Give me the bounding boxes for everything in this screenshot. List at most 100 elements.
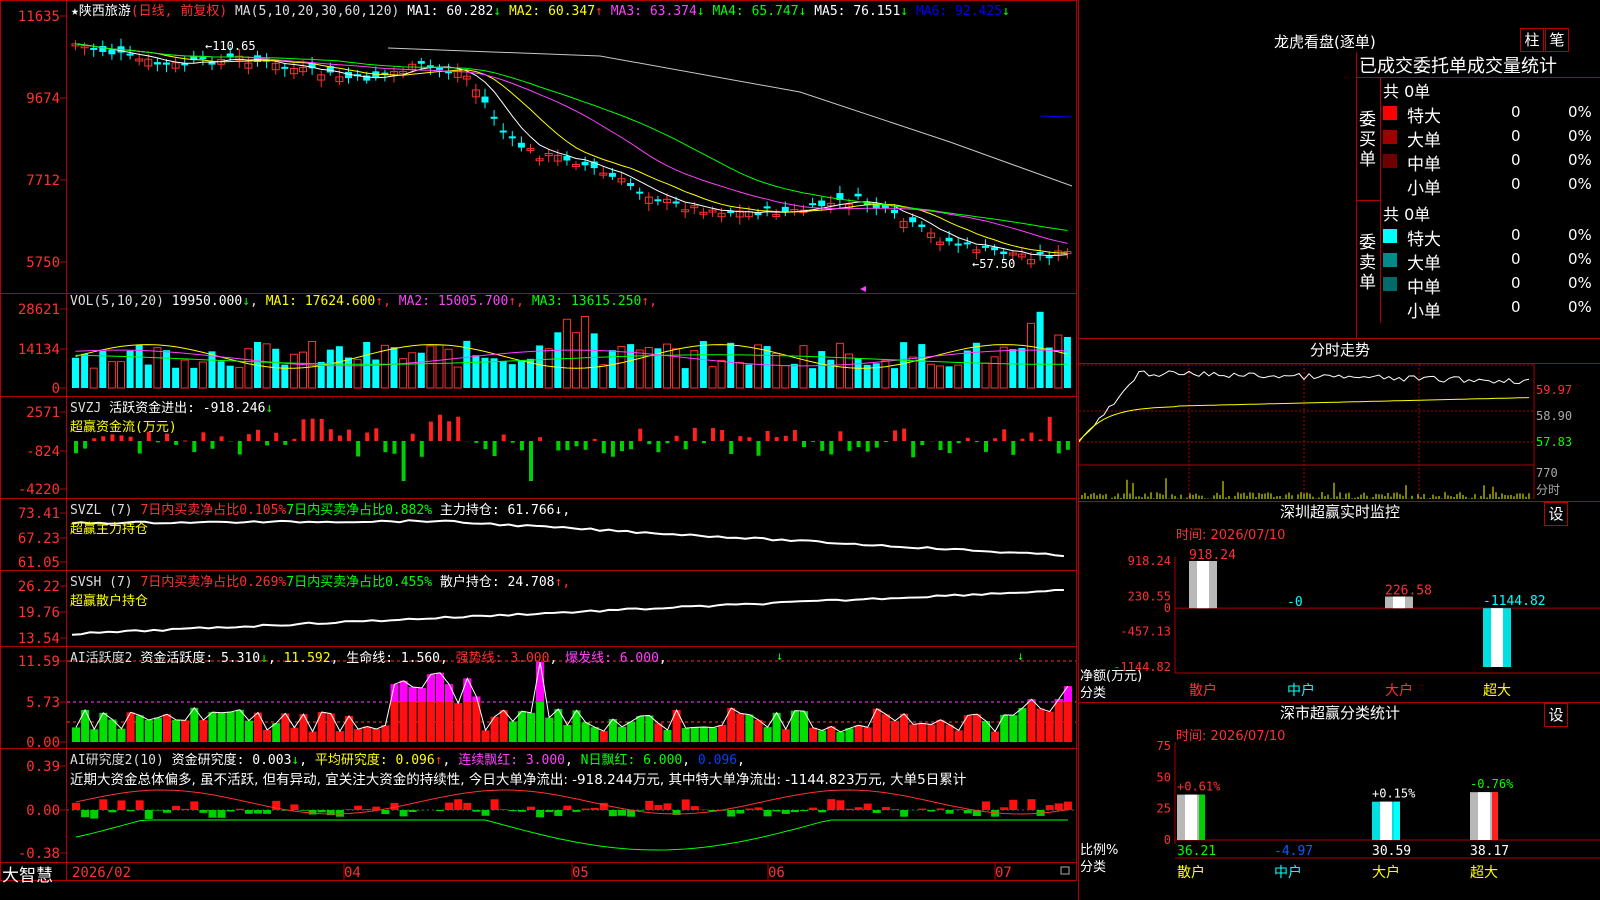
ai-active-header: AI活跃度2 资金活跃度: 5.310↓, 11.592, 生命线: 1.560…: [70, 651, 667, 666]
research-bar: [900, 810, 909, 817]
vol-bar: [854, 358, 862, 388]
date-label: 06: [768, 865, 785, 881]
activity-bar: [1009, 715, 1018, 742]
research-bar: [308, 810, 317, 815]
flow-bar: [1002, 429, 1007, 441]
flow-bar: [447, 421, 452, 441]
vol-bar: [963, 350, 971, 388]
research-bar: [872, 810, 881, 813]
date-label: 2026/02: [72, 865, 131, 881]
research-bar: [636, 810, 645, 811]
chart-mode[interactable]: (日线, 前复权): [131, 4, 227, 19]
research-bar: [608, 810, 617, 817]
vol-bar: [772, 352, 781, 389]
ai-research-bars: [72, 789, 1072, 851]
flow-bar: [592, 438, 597, 441]
vol-bar: [453, 366, 462, 389]
flow-bar: [274, 432, 279, 441]
activity-bar: [1018, 708, 1027, 742]
research-bar: [563, 805, 572, 810]
svzl-label: 73.41: [18, 506, 60, 522]
flow-bar: [419, 441, 424, 457]
activity-bar: [199, 720, 208, 742]
flow-bar: [174, 441, 179, 445]
arrow-up-icon: ↑,: [641, 294, 658, 309]
ai-research-field1: 资金研究度: 0.003: [171, 753, 292, 768]
vol-bar: [881, 360, 890, 389]
order-row: 特大 0 0%: [1357, 102, 1600, 127]
tick-view-button[interactable]: 笔: [1545, 28, 1569, 52]
order-row-pct: 0%: [1568, 127, 1592, 145]
flow-bar: [438, 414, 442, 441]
intraday-price-label: 57.83: [1536, 435, 1572, 449]
research-bar: [217, 810, 226, 818]
candle-down: [781, 206, 789, 212]
research-bar: [790, 810, 799, 813]
activity-bar: [172, 719, 181, 742]
vol-bar: [627, 344, 635, 388]
candle-down: [954, 243, 962, 246]
flow-bar: [984, 441, 988, 452]
research-bar: [963, 810, 972, 814]
ai-active-field4: 强势线: 3.000: [455, 651, 550, 666]
vol-bar: [426, 345, 435, 389]
research-bar: [490, 799, 499, 810]
candle-down: [281, 66, 289, 69]
flow-bar: [538, 437, 543, 441]
research-bar: [536, 810, 545, 818]
high-marker: ←110.65: [205, 39, 256, 53]
vol-bar: [717, 360, 726, 389]
vol-bar: [1063, 336, 1071, 388]
candle-down: [854, 193, 862, 197]
flow-bar: [456, 416, 461, 441]
svzj-subtitle: 超赢资金流(万元): [70, 420, 177, 435]
activity-bar: [217, 712, 226, 742]
flow-bar: [337, 435, 342, 441]
research-bar: [454, 799, 463, 810]
sz-monitor-y-label: -457.13: [1120, 625, 1171, 639]
sz-monitor-category: 散户: [1189, 682, 1217, 699]
vol-bar: [891, 368, 898, 388]
price-label: 7712: [26, 173, 60, 189]
flow-bar: [283, 441, 288, 445]
sz-monitor-chart: 918.24230.550-457.13-1144.82918.24散户-0中户…: [1113, 548, 1600, 699]
date-label: 04: [344, 865, 361, 881]
activity-bar: [754, 719, 763, 742]
research-bar: [90, 810, 99, 819]
research-bar: [1027, 799, 1036, 810]
flow-bar: [565, 441, 570, 451]
lock-icon: [1060, 866, 1070, 875]
vol-label: 14134: [18, 342, 60, 358]
activity-burst-bar: [463, 678, 472, 702]
price-label: 11635: [18, 9, 60, 25]
moving-average-lines: [75, 43, 1073, 257]
intraday-panel[interactable]: 分时走势 59.97 58.90 57.83 770 分时: [1079, 339, 1600, 502]
flow-bar: [783, 435, 788, 441]
flow-bar: [692, 427, 697, 441]
cursor-marker: [860, 286, 866, 292]
activity-bar: [654, 723, 663, 742]
vol-bar: [190, 367, 198, 388]
date-label: 05: [572, 865, 589, 881]
candle-down: [126, 53, 134, 56]
vol-bar: [380, 344, 389, 389]
svzl-title: SVZL (7): [70, 503, 133, 518]
sz-class-bar-edge: [1199, 794, 1205, 840]
column-view-button[interactable]: 柱: [1520, 28, 1544, 52]
order-row: 小单 0 0%: [1357, 174, 1600, 199]
ai-research-header: AI研究度2(10) 资金研究度: 0.003↓, 平均研究度: 0.096↑,…: [70, 753, 745, 768]
vol-bar: [335, 346, 343, 388]
order-row-label: 特大: [1407, 107, 1441, 127]
ma-value-3: MA3: 63.374: [610, 4, 697, 19]
research-bar: [381, 810, 390, 815]
order-row-label: 中单: [1407, 278, 1441, 298]
vol-bar: [517, 360, 525, 388]
ai-research-label: -0.38: [18, 846, 60, 862]
color-swatch: [1383, 154, 1397, 168]
favorite-star-icon[interactable]: ★: [71, 4, 79, 19]
sz-monitor-panel: 深圳超赢实时监控 设 时间: 2026/07/10 918.24 230.55 0-…: [1079, 502, 1600, 703]
svzl-field3: 主力持仓: 61.766: [439, 503, 555, 518]
activity-bar: [454, 703, 463, 742]
main-header: ★陕西旅游(日线, 前复权) MA(5,10,20,30,60,120) MA1…: [71, 0, 1010, 19]
research-bar: [1054, 803, 1063, 810]
